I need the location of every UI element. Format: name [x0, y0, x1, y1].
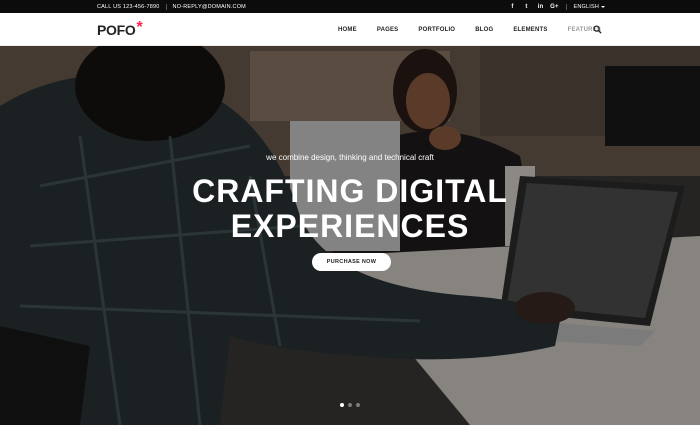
main-nav: POFO * HOME PAGES PORTFOLIO BLOG ELEMENT…: [0, 13, 700, 46]
twitter-icon[interactable]: t: [520, 4, 532, 10]
chevron-down-icon: [601, 5, 605, 8]
contact-info: CALL US 123-456-7890 NO-REPLY@DOMAIN.COM: [97, 0, 246, 13]
headline-line-2: EXPERIENCES: [230, 208, 470, 244]
hero-headline: CRAFTING DIGITAL EXPERIENCES: [0, 174, 700, 244]
nav-item-home[interactable]: HOME: [338, 27, 357, 33]
top-right: f t in G+ ENGLISH: [504, 0, 605, 13]
facebook-icon[interactable]: f: [506, 4, 518, 10]
slider-dot[interactable]: [348, 403, 352, 407]
slider-dot[interactable]: [340, 403, 344, 407]
divider: [165, 3, 167, 10]
purchase-now-button[interactable]: PURCHASE NOW: [312, 253, 391, 271]
nav-menu: HOME PAGES PORTFOLIO BLOG ELEMENTS FEATU…: [338, 13, 621, 46]
language-selector[interactable]: ENGLISH: [573, 4, 605, 10]
hero-tagline: we combine design, thinking and technica…: [266, 153, 434, 162]
top-bar: CALL US 123-456-7890 NO-REPLY@DOMAIN.COM…: [0, 0, 700, 13]
google-plus-icon[interactable]: G+: [548, 4, 560, 10]
nav-item-blog[interactable]: BLOG: [475, 27, 493, 33]
linkedin-icon[interactable]: in: [534, 4, 546, 10]
phone-text: CALL US 123-456-7890: [97, 3, 160, 10]
nav-item-elements[interactable]: ELEMENTS: [513, 27, 547, 33]
logo-text: POFO: [97, 22, 136, 38]
nav-item-portfolio[interactable]: PORTFOLIO: [418, 27, 455, 33]
headline-line-1: CRAFTING DIGITAL: [192, 173, 508, 209]
nav-item-pages[interactable]: PAGES: [377, 27, 399, 33]
language-label: ENGLISH: [573, 3, 599, 10]
divider: [566, 3, 568, 10]
logo-star-icon: *: [136, 19, 143, 36]
search-icon[interactable]: [593, 25, 602, 34]
slider-pagination: [340, 403, 364, 407]
hero-slider: we combine design, thinking and technica…: [0, 46, 700, 425]
email-link[interactable]: NO-REPLY@DOMAIN.COM: [173, 4, 246, 10]
logo[interactable]: POFO *: [97, 19, 143, 39]
slider-dot[interactable]: [356, 403, 360, 407]
